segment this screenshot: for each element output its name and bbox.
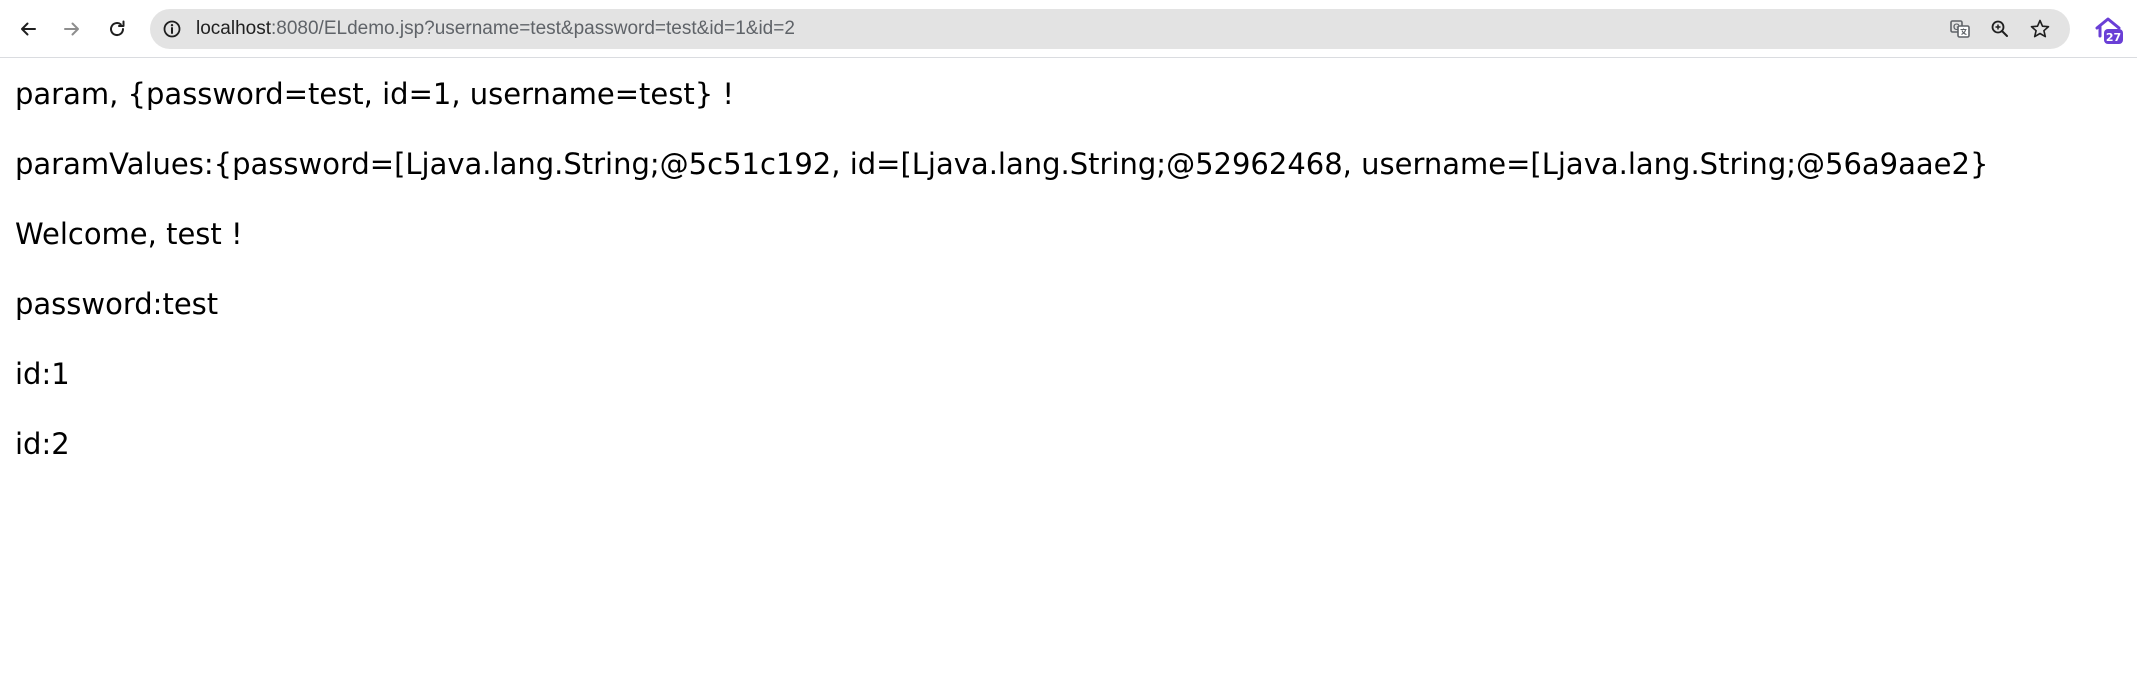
- param-line: param, {password=test, id=1, username=te…: [15, 77, 735, 111]
- welcome-line: Welcome, test !: [15, 217, 243, 251]
- translate-icon: G: [1950, 20, 1970, 38]
- url-host: localhost: [196, 18, 271, 39]
- forward-button[interactable]: [55, 12, 89, 46]
- id-line-2: id:2: [15, 427, 70, 461]
- site-info-button[interactable]: [158, 15, 186, 43]
- arrow-right-icon: [64, 22, 79, 36]
- password-line: password:test: [15, 287, 219, 321]
- url-text[interactable]: localhost:8080/ELdemo.jsp?username=test&…: [196, 9, 795, 49]
- translate-button[interactable]: G: [1946, 15, 1974, 43]
- bookmark-button[interactable]: [2026, 15, 2054, 43]
- page-content: param, {password=test, id=1, username=te…: [15, 72, 1988, 492]
- browser-toolbar: localhost:8080/ELdemo.jsp?username=test&…: [0, 0, 2137, 58]
- address-bar[interactable]: localhost:8080/ELdemo.jsp?username=test&…: [150, 9, 2070, 49]
- param-values-line: paramValues:{password=[Ljava.lang.String…: [15, 147, 1989, 181]
- url-path: :8080/ELdemo.jsp?username=test&password=…: [271, 18, 795, 39]
- back-button[interactable]: [11, 12, 45, 46]
- extension-button[interactable]: 27: [2090, 12, 2126, 48]
- reload-icon: [110, 20, 125, 37]
- star-icon: [2030, 19, 2050, 38]
- reload-button[interactable]: [100, 12, 134, 46]
- zoom-icon: [1991, 20, 2008, 37]
- id-line-1: id:1: [15, 357, 70, 391]
- extension-badge: 27: [2106, 31, 2121, 44]
- info-icon: [163, 20, 181, 38]
- arrow-left-icon: [21, 22, 36, 36]
- extension-icon: 27: [2095, 17, 2123, 44]
- zoom-button[interactable]: [1986, 15, 2014, 43]
